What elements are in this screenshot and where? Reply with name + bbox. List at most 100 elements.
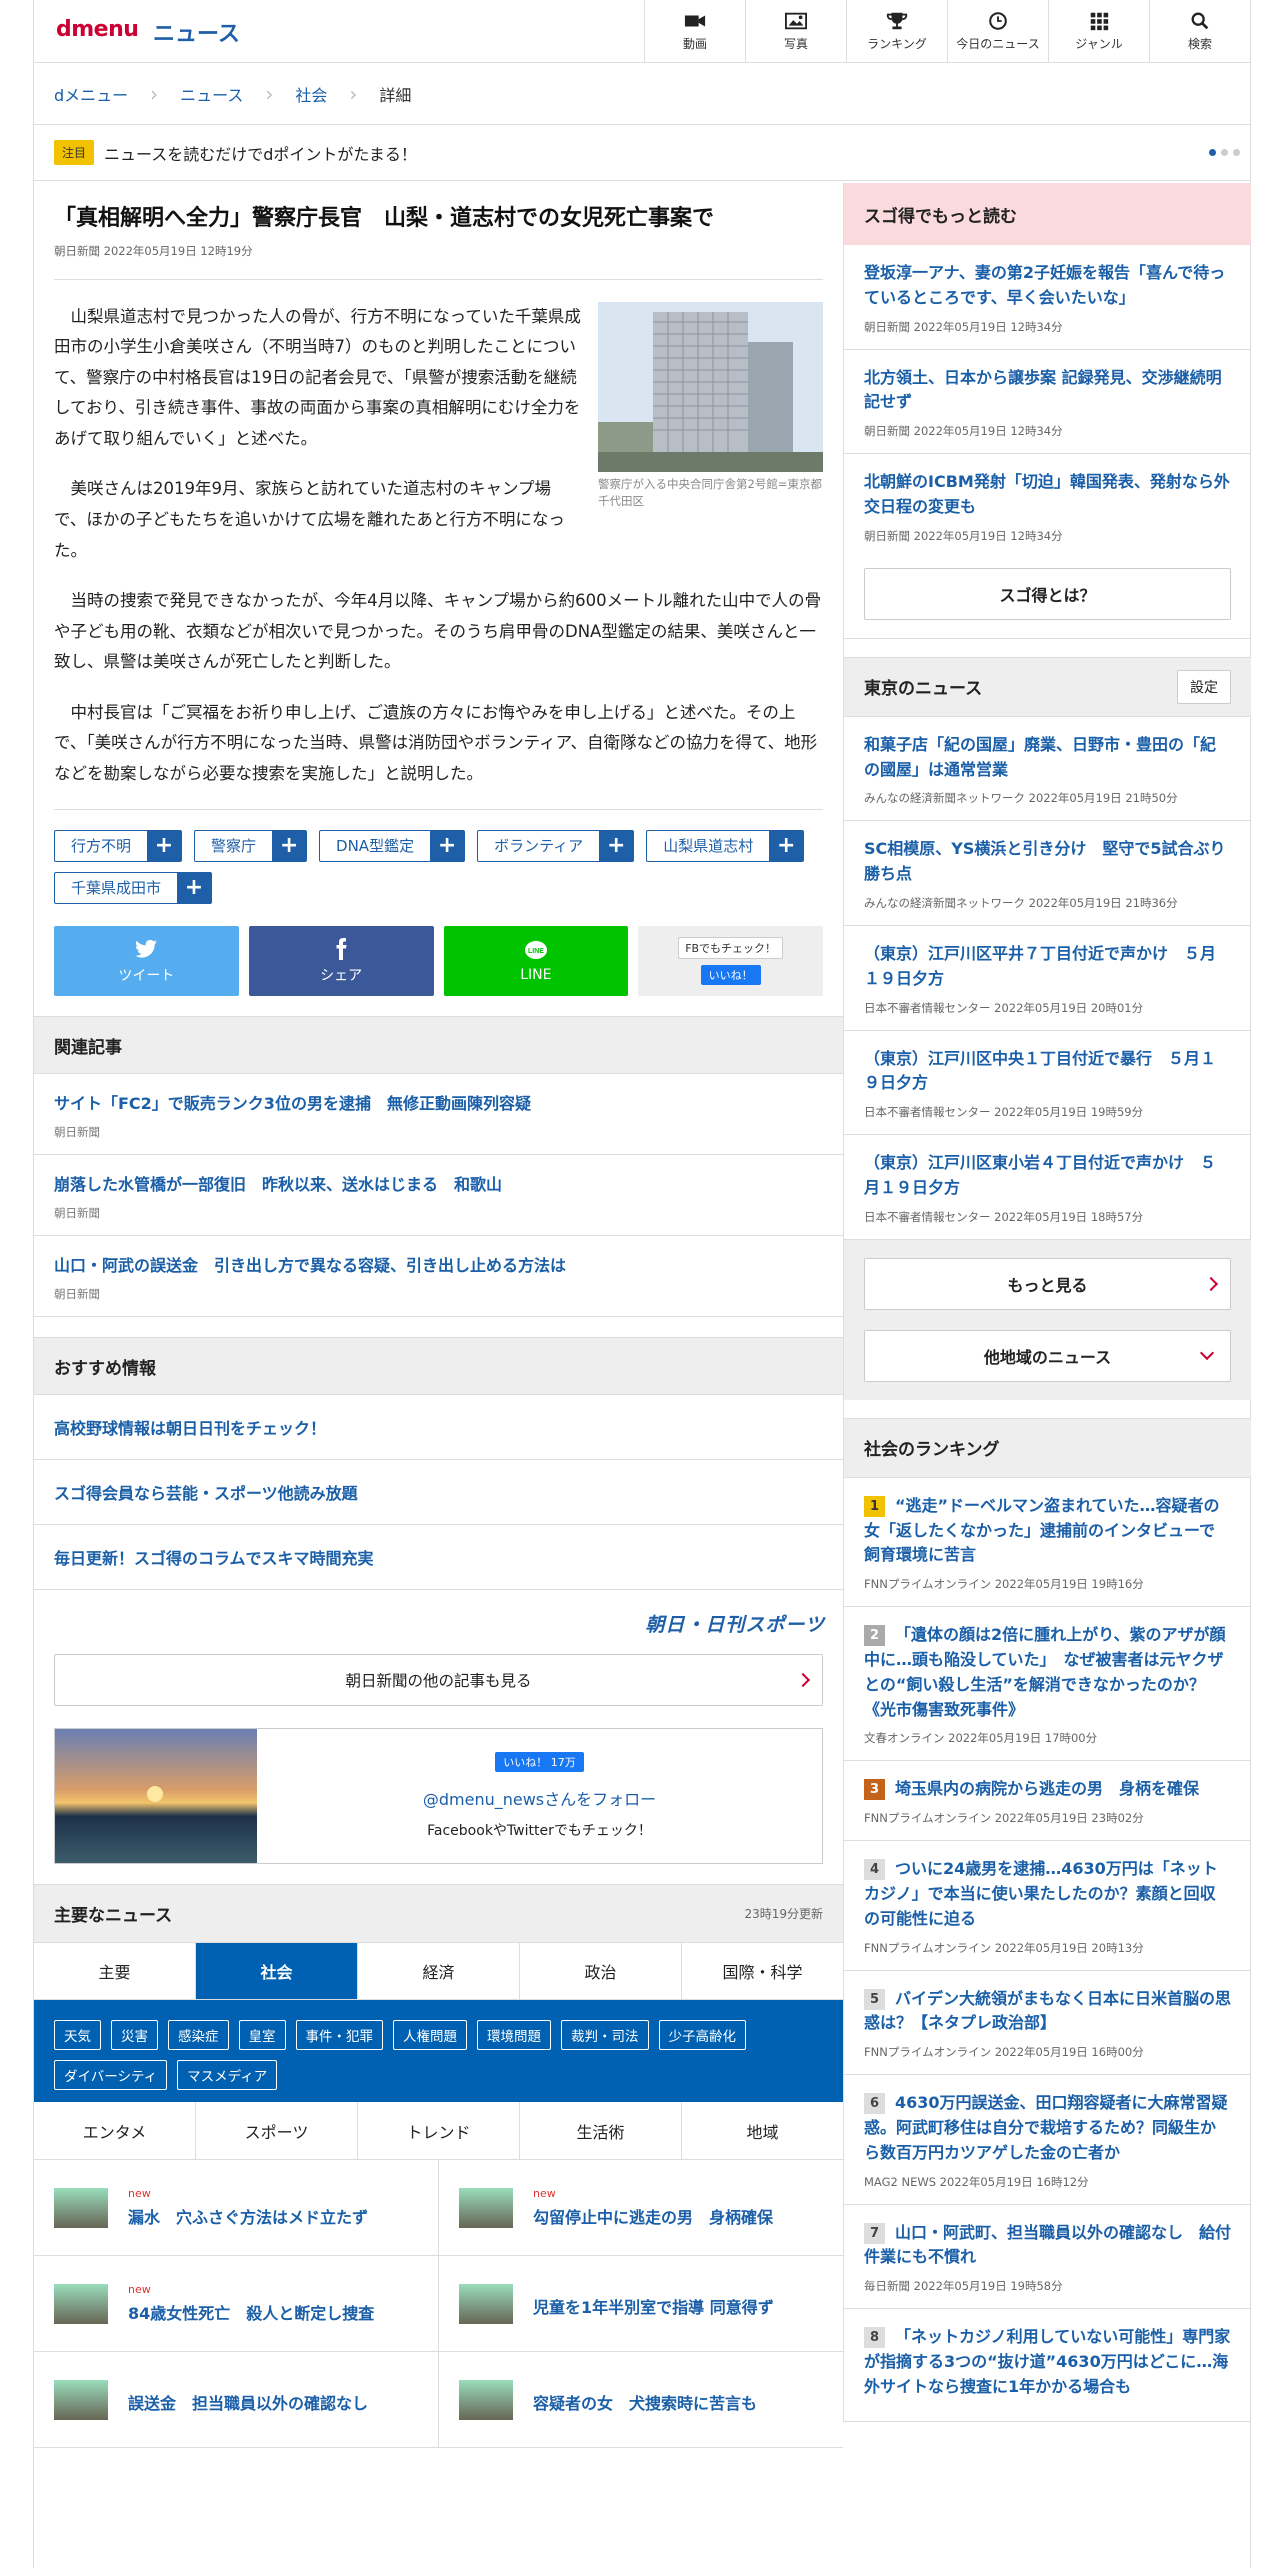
plus-icon[interactable]: + xyxy=(430,831,465,862)
other-regions-button[interactable]: 他地域のニュース xyxy=(864,1329,1231,1382)
related-title[interactable]: 山口・阿武の誤送金 引き出し方で異なる容疑、引き出し止める方法は xyxy=(54,1254,823,1278)
sugotoku-about-button[interactable]: スゴ得とは？ xyxy=(864,567,1231,620)
nav-today[interactable]: 今日のニュース xyxy=(947,0,1048,62)
tokyo-news-title[interactable]: SC相模原、YS横浜と引き分け 堅守で5試合ぶり勝ち点 xyxy=(864,837,1231,887)
subtag[interactable]: 環境問題 xyxy=(477,2020,551,2051)
ranking-title[interactable]: 山口・阿武町、担当職員以外の確認なし 給付件業にも不慣れ xyxy=(864,2223,1231,2267)
like-button[interactable]: いいね！ xyxy=(700,965,761,986)
recommend-item[interactable]: スゴ得会員なら芸能・スポーツ他読み放題 xyxy=(34,1460,843,1526)
tokyo-news-item[interactable]: 和菓子店「紀の国屋」廃業、日野市・豊田の「紀の國屋」は通常営業 みんなの経済新聞ネ… xyxy=(844,717,1251,822)
article-photo[interactable]: 警察庁が入る中央合同庁舎第2号館=東京都千代田区 xyxy=(598,301,823,511)
ranking-item[interactable]: 2 「遺体の顔は2倍に腫れ上がり、紫のアザが顔中に…頭も陥没していた」 なぜ被害者… xyxy=(844,1607,1251,1762)
ranking-item[interactable]: 7 山口・阿武町、担当職員以外の確認なし 給付件業にも不慣れ 毎日新聞 2022年0… xyxy=(844,2205,1251,2310)
related-item[interactable]: 崩落した水管橋が一部復旧 昨秋以来、送水はじまる 和歌山 朝日新聞 xyxy=(34,1155,843,1237)
news-title[interactable]: 児童を1年半別室で指導 同意得ず xyxy=(533,2298,774,2317)
tokyo-news-title[interactable]: （東京）江戸川区平井７丁目付近で声かけ ５月１９日夕方 xyxy=(864,942,1231,992)
tokyo-news-title[interactable]: 和菓子店「紀の国屋」廃業、日野市・豊田の「紀の國屋」は通常営業 xyxy=(864,733,1231,783)
sugotoku-item[interactable]: 登坂淳一アナ、妻の第2子妊娠を報告「喜んで待っているところです、早く会いたいな」… xyxy=(844,245,1251,350)
subtag[interactable]: 裁判・司法 xyxy=(561,2020,649,2051)
news-item[interactable]: new 84歳女性死亡 殺人と断定し捜査 xyxy=(34,2256,439,2353)
sugotoku-item[interactable]: 北方領土、日本から譲歩案 記録発見、交渉継続明記せず 朝日新聞 2022年05月1… xyxy=(844,350,1251,455)
keyword-tag[interactable]: ボランティア + xyxy=(477,830,635,863)
keyword-tag[interactable]: 警察庁 + xyxy=(194,830,308,863)
more-button[interactable]: もっと見る xyxy=(864,1257,1231,1310)
breadcrumb-news[interactable]: ニュース xyxy=(180,82,243,106)
ranking-item[interactable]: 1 “逃走”ドーベルマン盗まれていた…容疑者の女「返したくなかった」逮捕前のインタ… xyxy=(844,1478,1251,1608)
notice-bar[interactable]: 注目 ニュースを読むだけでdポイントがたまる！ xyxy=(34,125,1250,181)
nav-photo[interactable]: 写真 xyxy=(745,0,846,62)
notice-text[interactable]: ニュースを読むだけでdポイントがたまる！ xyxy=(104,141,417,165)
nav-ranking[interactable]: ランキング xyxy=(846,0,947,62)
news-item[interactable]: new 勾留停止中に逃走の男 身柄確保 xyxy=(439,2160,843,2257)
keyword-tag[interactable]: 行方不明 + xyxy=(54,830,183,863)
tokyo-news-title[interactable]: （東京）江戸川区東小岩４丁目付近で声かけ ５月１９日夕方 xyxy=(864,1151,1231,1201)
tab-lifestyle[interactable]: 生活術 xyxy=(519,2102,681,2160)
tokyo-news-item[interactable]: （東京）江戸川区中央１丁目付近で暴行 ５月１９日夕方 日本不審者情報センター 20… xyxy=(844,1031,1251,1136)
line-share-button[interactable]: LINE LINE xyxy=(443,926,629,997)
carousel-dot[interactable] xyxy=(1221,149,1228,156)
tokyo-news-item[interactable]: （東京）江戸川区平井７丁目付近で声かけ ５月１９日夕方 日本不審者情報センター 2… xyxy=(844,926,1251,1031)
plus-icon[interactable]: + xyxy=(147,831,182,862)
subtag[interactable]: 人権問題 xyxy=(393,2020,467,2051)
tab-politics[interactable]: 政治 xyxy=(519,1943,681,2000)
news-item[interactable]: 容疑者の女 犬捜索時に苦言も xyxy=(439,2352,843,2449)
plus-icon[interactable]: + xyxy=(272,831,307,862)
ranking-item[interactable]: 4 ついに24歳男を逮捕…4630万円は「ネットカジノ」で本当に使い果たしたのか？… xyxy=(844,1841,1251,1971)
related-title[interactable]: サイト「FC2」で販売ランク3位の男を逮捕 無修正動画陳列容疑 xyxy=(54,1092,823,1116)
breadcrumb-dmenu[interactable]: dメニュー xyxy=(54,82,128,106)
news-section-title[interactable]: ニュース xyxy=(153,16,240,48)
tokyo-news-item[interactable]: （東京）江戸川区東小岩４丁目付近で声かけ ５月１９日夕方 日本不審者情報センター … xyxy=(844,1135,1251,1240)
ranking-item[interactable]: 5 バイデン大統領がまもなく日本に日米首脳の思惑は？【ネタプレ政治部】 FNNプライ… xyxy=(844,1971,1251,2076)
news-item[interactable]: new 漏水 穴ふさぐ方法はメド立たず xyxy=(34,2160,439,2257)
related-item[interactable]: 山口・阿武の誤送金 引き出し方で異なる容疑、引き出し止める方法は 朝日新聞 xyxy=(34,1236,843,1318)
tab-international[interactable]: 国際・科学 xyxy=(681,1943,843,2000)
subtag[interactable]: 天気 xyxy=(54,2020,101,2051)
keyword-tag[interactable]: 千葉県成田市 + xyxy=(54,872,213,905)
ranking-item[interactable]: 3 埼玉県内の病院から逃走の男 身柄を確保 FNNプライムオンライン 2022年05… xyxy=(844,1761,1251,1842)
keyword-tag[interactable]: DNA型鑑定 + xyxy=(319,830,466,863)
subtag[interactable]: 事件・犯罪 xyxy=(295,2020,383,2051)
sugotoku-title[interactable]: 北方領土、日本から譲歩案 記録発見、交渉継続明記せず xyxy=(864,366,1231,416)
subtag[interactable]: 災害 xyxy=(111,2020,158,2051)
news-item[interactable]: 児童を1年半別室で指導 同意得ず xyxy=(439,2256,843,2353)
ranking-title[interactable]: 「ネットカジノ利用していない可能性」専門家が指摘する3つの“抜け道”4630万円… xyxy=(864,2327,1230,2396)
plus-icon[interactable]: + xyxy=(177,873,212,904)
related-item[interactable]: サイト「FC2」で販売ランク3位の男を逮捕 無修正動画陳列容疑 朝日新聞 xyxy=(34,1074,843,1156)
follow-link[interactable]: @dmenu_newsさんをフォロー xyxy=(423,1786,656,1810)
sugotoku-item[interactable]: 北朝鮮のICBM発射「切迫」韓国発表、発射なら外交日程の変更も 朝日新聞 2022… xyxy=(844,454,1251,558)
subtag[interactable]: ダイバーシティ xyxy=(54,2060,168,2091)
sugotoku-title[interactable]: 北朝鮮のICBM発射「切迫」韓国発表、発射なら外交日程の変更も xyxy=(864,470,1231,520)
sugotoku-title[interactable]: 登坂淳一アナ、妻の第2子妊娠を報告「喜んで待っているところです、早く会いたいな」 xyxy=(864,261,1231,311)
news-title[interactable]: 誤送金 担当職員以外の確認なし xyxy=(128,2394,368,2413)
plus-icon[interactable]: + xyxy=(599,831,634,862)
subtag[interactable]: マスメディア xyxy=(177,2060,278,2091)
nav-search[interactable]: 検索 xyxy=(1149,0,1250,62)
settings-button[interactable]: 設定 xyxy=(1177,669,1231,704)
ranking-title[interactable]: 埼玉県内の病院から逃走の男 身柄を確保 xyxy=(895,1779,1199,1798)
news-title[interactable]: 84歳女性死亡 殺人と断定し捜査 xyxy=(128,2304,374,2323)
recommend-item[interactable]: 高校野球情報は朝日日刊をチェック！ xyxy=(34,1395,843,1461)
tab-economy[interactable]: 経済 xyxy=(357,1943,519,2000)
tokyo-news-item[interactable]: SC相模原、YS横浜と引き分け 堅守で5試合ぶり勝ち点 みんなの経済新聞ネットワー… xyxy=(844,821,1251,926)
ranking-title[interactable]: 「遺体の顔は2倍に腫れ上がり、紫のアザが顔中に…頭も陥没していた」 なぜ被害者は… xyxy=(864,1625,1226,1718)
ranking-item[interactable]: 8 「ネットカジノ利用していない可能性」専門家が指摘する3つの“抜け道”4630万… xyxy=(844,2309,1251,2423)
recommend-item[interactable]: 毎日更新！スゴ得のコラムでスキマ時間充実 xyxy=(34,1525,843,1591)
facebook-share-button[interactable]: シェア xyxy=(248,926,434,997)
nav-genre[interactable]: ジャンル xyxy=(1048,0,1149,62)
ranking-title[interactable]: “逃走”ドーベルマン盗まれていた…容疑者の女「返したくなかった」逮捕前のインタビ… xyxy=(864,1496,1220,1565)
tab-main[interactable]: 主要 xyxy=(34,1943,195,1999)
tokyo-news-title[interactable]: （東京）江戸川区中央１丁目付近で暴行 ５月１９日夕方 xyxy=(864,1047,1231,1097)
news-title[interactable]: 勾留停止中に逃走の男 身柄確保 xyxy=(533,2208,773,2227)
tab-sports[interactable]: スポーツ xyxy=(195,2102,357,2160)
tab-trend[interactable]: トレンド xyxy=(357,2102,519,2160)
more-asahi-button[interactable]: 朝日新聞の他の記事も見る xyxy=(54,1654,823,1707)
news-title[interactable]: 漏水 穴ふさぐ方法はメド立たず xyxy=(128,2208,368,2227)
ranking-title[interactable]: バイデン大統領がまもなく日本に日米首脳の思惑は？【ネタプレ政治部】 xyxy=(864,1989,1231,2033)
subtag[interactable]: 少子高齢化 xyxy=(658,2020,746,2051)
related-title[interactable]: 崩落した水管橋が一部復旧 昨秋以来、送水はじまる 和歌山 xyxy=(54,1173,823,1197)
news-title[interactable]: 容疑者の女 犬捜索時に苦言も xyxy=(533,2394,757,2413)
news-item[interactable]: 誤送金 担当職員以外の確認なし xyxy=(34,2352,439,2449)
carousel-dot[interactable] xyxy=(1233,149,1240,156)
tab-local[interactable]: 地域 xyxy=(681,2102,843,2160)
subtag[interactable]: 皇室 xyxy=(238,2020,286,2051)
